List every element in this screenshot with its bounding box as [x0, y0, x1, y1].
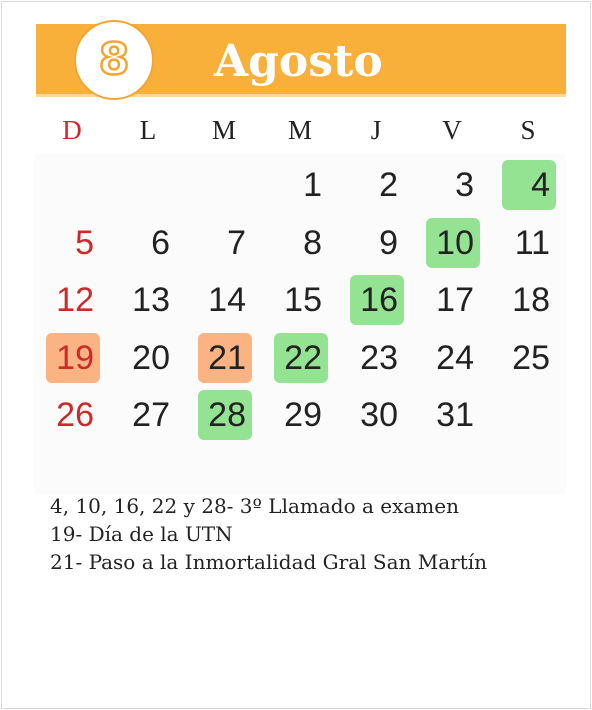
- day-number: 5: [75, 223, 94, 262]
- day-cell-21: 21: [186, 327, 262, 385]
- day-number: 6: [151, 223, 170, 262]
- day-cell-8: 8: [262, 212, 338, 270]
- day-cell-1: 1: [262, 154, 338, 212]
- note-exam-calls: 4, 10, 16, 22 y 28- 3º Llamado a examen: [50, 494, 459, 518]
- days-grid: 1 2 3 4 5 6 7 8 9 10 11 12 13 14 15 16 17 18 19 20 21 22 23 24 2…: [34, 154, 566, 444]
- day-cell-22: 22: [262, 327, 338, 385]
- note-san-martin: 21- Paso a la Inmortalidad Gral San Mart…: [50, 550, 488, 574]
- day-number: 8: [303, 223, 322, 262]
- day-number: 24: [436, 338, 474, 377]
- day-number: 31: [436, 396, 474, 434]
- day-cell-16: 16: [338, 269, 414, 327]
- day-cell-3: 3: [414, 154, 490, 212]
- day-cell-27: 27: [110, 384, 186, 442]
- day-cell-25: 25: [490, 327, 566, 385]
- day-number: 3: [455, 166, 474, 204]
- day-number: 16: [360, 281, 398, 319]
- day-number: 4: [531, 166, 550, 204]
- day-cell-18: 18: [490, 269, 566, 327]
- day-cell-14: 14: [186, 269, 262, 327]
- day-number: 9: [379, 223, 398, 262]
- day-number: 26: [56, 396, 94, 434]
- day-cell-19: 19: [34, 327, 110, 385]
- day-number: 30: [360, 396, 398, 434]
- weekday-friday: V: [442, 115, 462, 145]
- empty-day-cell: [34, 154, 110, 212]
- day-cell-30: 30: [338, 384, 414, 442]
- note-utn-day: 19- Día de la UTN: [50, 522, 233, 546]
- notes-section: 4, 10, 16, 22 y 28- 3º Llamado a examen …: [50, 492, 570, 576]
- day-number: 2: [379, 166, 398, 204]
- day-number: 17: [436, 281, 474, 319]
- day-cell-5: 5: [34, 212, 110, 270]
- day-number: 18: [512, 281, 550, 319]
- empty-day-cell: [186, 154, 262, 212]
- month-number-badge: 8: [74, 20, 154, 100]
- weekday-thursday: J: [370, 115, 382, 145]
- weekday-header-row: D L M M J V S: [34, 110, 566, 150]
- day-number: 10: [436, 223, 474, 262]
- month-title: Agosto: [214, 36, 383, 87]
- day-number: 13: [132, 281, 170, 319]
- day-cell-23: 23: [338, 327, 414, 385]
- day-number: 29: [284, 396, 322, 434]
- empty-day-cell: [110, 154, 186, 212]
- day-cell-7: 7: [186, 212, 262, 270]
- day-cell-31: 31: [414, 384, 490, 442]
- day-cell-17: 17: [414, 269, 490, 327]
- weekday-sunday: D: [62, 115, 82, 145]
- month-number: 8: [97, 34, 130, 85]
- calendar-card: Agosto 8 D L M M J V S 1 2 3 4 5 6 7 8 9 10 11 12 13…: [1, 1, 591, 709]
- day-number: 21: [208, 338, 246, 377]
- day-cell-9: 9: [338, 212, 414, 270]
- day-cell-10: 10: [414, 212, 490, 270]
- day-cell-26: 26: [34, 384, 110, 442]
- day-cell-13: 13: [110, 269, 186, 327]
- day-number: 11: [514, 223, 550, 262]
- day-number: 7: [227, 223, 246, 262]
- day-cell-20: 20: [110, 327, 186, 385]
- day-cell-12: 12: [34, 269, 110, 327]
- day-number: 20: [132, 338, 170, 377]
- day-cell-11: 11: [490, 212, 566, 270]
- day-number: 1: [303, 166, 322, 204]
- weekday-saturday: S: [520, 115, 536, 145]
- weekday-tuesday: M: [211, 115, 236, 145]
- day-number: 14: [208, 281, 246, 319]
- day-cell-15: 15: [262, 269, 338, 327]
- day-number: 28: [208, 396, 246, 434]
- day-cell-2: 2: [338, 154, 414, 212]
- day-number: 22: [284, 338, 322, 377]
- day-number: 25: [512, 338, 550, 377]
- day-cell-28: 28: [186, 384, 262, 442]
- day-cell-24: 24: [414, 327, 490, 385]
- day-number: 19: [56, 338, 94, 377]
- day-number: 27: [132, 396, 170, 434]
- day-cell-4: 4: [490, 154, 566, 212]
- day-number: 23: [360, 338, 398, 377]
- day-cell-29: 29: [262, 384, 338, 442]
- weekday-wednesday: M: [287, 115, 312, 145]
- day-number: 12: [56, 281, 94, 319]
- day-number: 15: [284, 281, 322, 319]
- day-cell-6: 6: [110, 212, 186, 270]
- weekday-monday: L: [139, 115, 157, 145]
